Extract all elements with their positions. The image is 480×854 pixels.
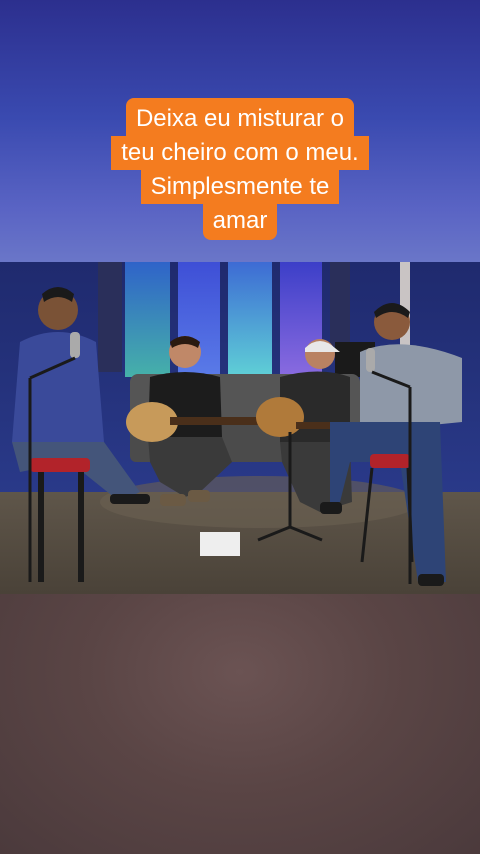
stool-seat: [30, 458, 90, 472]
caption-line-2: teu cheiro com o meu.: [111, 136, 369, 170]
lyrics-caption: Deixa eu misturar o teu cheiro com o meu…: [0, 98, 480, 240]
studio-scene-illustration: [0, 262, 480, 594]
sheet-paper: [200, 532, 240, 556]
bottom-blurred-background: [0, 594, 480, 854]
light-panel: [125, 262, 170, 377]
video-frame[interactable]: [0, 262, 480, 594]
caption-line-4: amar: [202, 204, 278, 240]
caption-line-3: Simplesmente te: [140, 170, 340, 204]
acoustic-guitar: [256, 397, 304, 437]
light-panel: [228, 262, 272, 377]
caption-line-1: Deixa eu misturar o: [125, 98, 355, 136]
stool-seat: [370, 454, 410, 468]
wall-panel-dark: [330, 262, 350, 352]
wall-panel-dark: [98, 262, 122, 372]
